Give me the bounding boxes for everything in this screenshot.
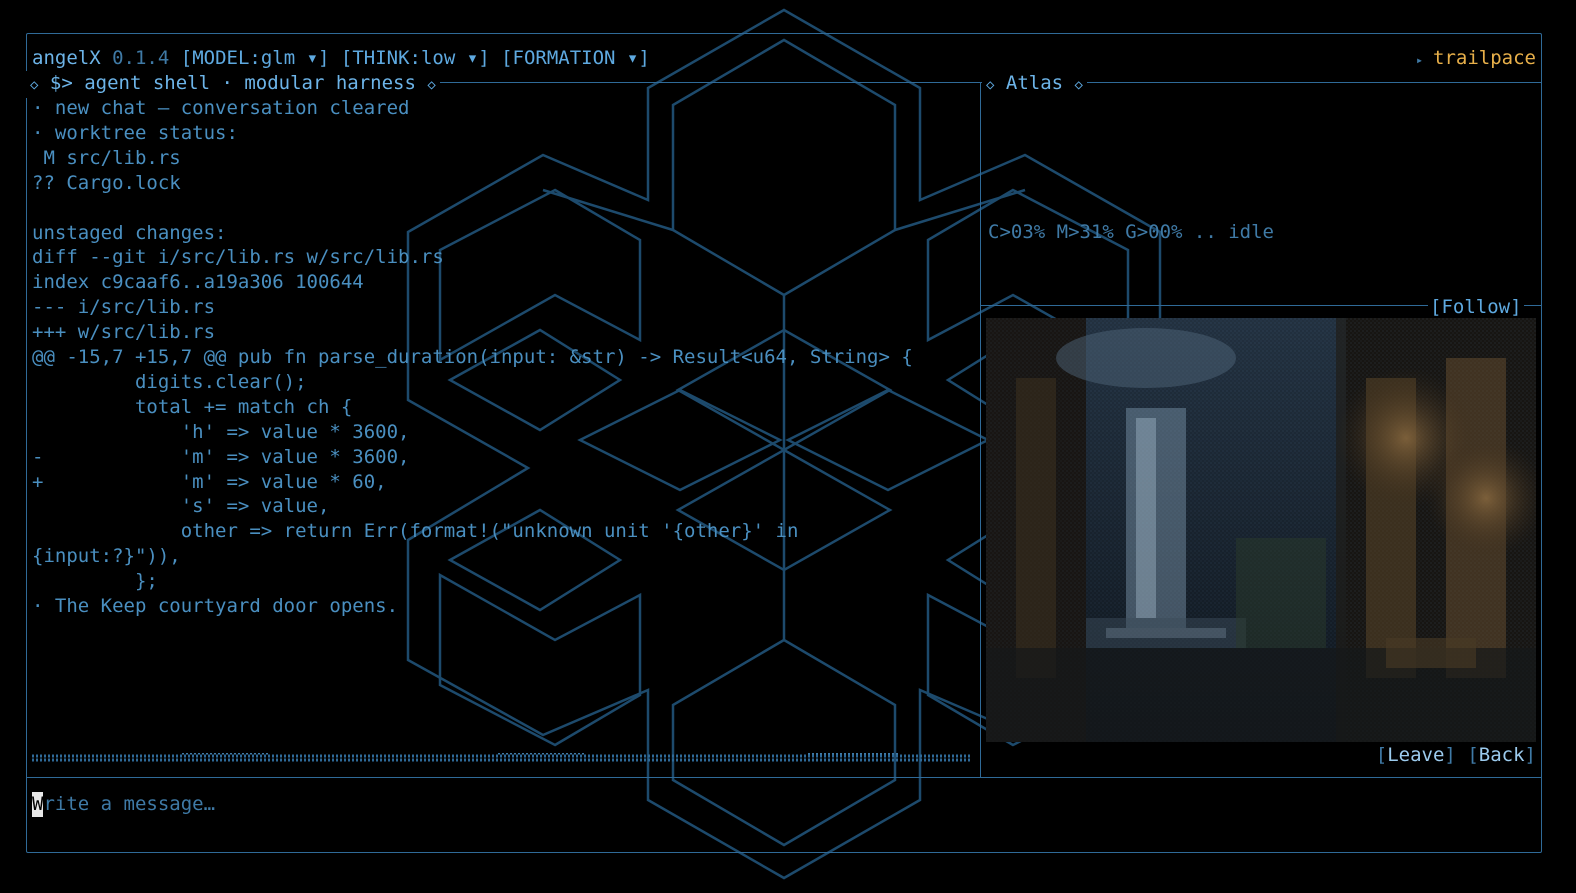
output-line: 's' => value, bbox=[32, 495, 330, 518]
output-line: other => return Err(format!("unknown uni… bbox=[32, 520, 799, 543]
back-button[interactable]: Back bbox=[1479, 744, 1525, 766]
user-name: trailpace bbox=[1433, 47, 1536, 69]
output-line: 'h' => value * 3600, bbox=[32, 420, 410, 443]
user-indicator: ▸ trailpace bbox=[1416, 46, 1536, 73]
output-line: diff --git i/src/lib.rs w/src/lib.rs bbox=[32, 246, 444, 269]
output-line: {input:?}")), bbox=[32, 545, 181, 568]
output-line: unstaged changes: bbox=[32, 221, 227, 244]
model-selector[interactable]: [MODEL:glm ▾] bbox=[181, 47, 330, 69]
atlas-panel-title: ◇ Atlas ◇ bbox=[982, 71, 1087, 98]
output-line: total += match ch { bbox=[32, 395, 353, 418]
atlas-status: C>03% M>31% G>00% .. idle bbox=[988, 221, 1274, 243]
output-line: · new chat — conversation cleared bbox=[32, 97, 410, 119]
output-line: +++ w/src/lib.rs bbox=[32, 321, 216, 344]
output-line: digits.clear(); bbox=[32, 370, 307, 393]
shell-panel-title: ◇ $> agent shell · modular harness ◇ bbox=[26, 71, 440, 98]
output-line: ?? Cargo.lock bbox=[32, 171, 181, 194]
output-line: · worktree status: bbox=[32, 121, 238, 144]
output-line: index c9caaf6..a19a306 100644 bbox=[32, 271, 364, 294]
shell-output: · new chat — conversation cleared · work… bbox=[32, 96, 972, 619]
atlas-actions: [Leave] [Back] bbox=[1375, 744, 1536, 766]
scene-image bbox=[986, 318, 1536, 742]
output-line: }; bbox=[32, 570, 158, 593]
follow-button[interactable]: [Follow] bbox=[1428, 295, 1524, 320]
diamond-icon: ◇ bbox=[30, 77, 39, 93]
courtyard-scene-image bbox=[986, 318, 1536, 742]
atlas-panel-title-text: Atlas bbox=[1005, 72, 1064, 94]
text-cursor: W bbox=[32, 792, 44, 817]
think-selector[interactable]: [THINK:low ▾] bbox=[341, 47, 490, 69]
output-line: @@ -15,7 +15,7 @@ pub fn parse_duration(… bbox=[32, 346, 913, 369]
output-line: M src/lib.rs bbox=[32, 146, 181, 169]
formation-selector[interactable]: [FORMATION ▾] bbox=[501, 47, 650, 69]
output-line: --- i/src/lib.rs bbox=[32, 296, 216, 319]
diamond-icon: ◇ bbox=[427, 77, 436, 93]
output-line: - 'm' => value * 3600, bbox=[32, 445, 410, 468]
triangle-right-icon: ▸ bbox=[1415, 53, 1424, 67]
diamond-icon: ◇ bbox=[1074, 77, 1083, 93]
scroll-track[interactable] bbox=[32, 753, 972, 763]
app-name: angelX bbox=[32, 47, 101, 69]
app-version: 0.1.4 bbox=[112, 47, 170, 69]
leave-button[interactable]: Leave bbox=[1387, 744, 1444, 766]
message-input[interactable]: Write a message… bbox=[32, 792, 215, 817]
composer-top-border bbox=[27, 777, 1541, 778]
message-placeholder: rite a message… bbox=[43, 793, 216, 815]
top-bar: angelX 0.1.4 [MODEL:glm ▾] [THINK:low ▾]… bbox=[32, 46, 650, 71]
shell-panel-title-text: $> agent shell · modular harness bbox=[49, 72, 416, 94]
output-line: · The Keep courtyard door opens. bbox=[32, 595, 399, 618]
output-line: + 'm' => value * 60, bbox=[32, 470, 387, 493]
diamond-icon: ◇ bbox=[986, 77, 995, 93]
panel-divider bbox=[980, 82, 981, 777]
